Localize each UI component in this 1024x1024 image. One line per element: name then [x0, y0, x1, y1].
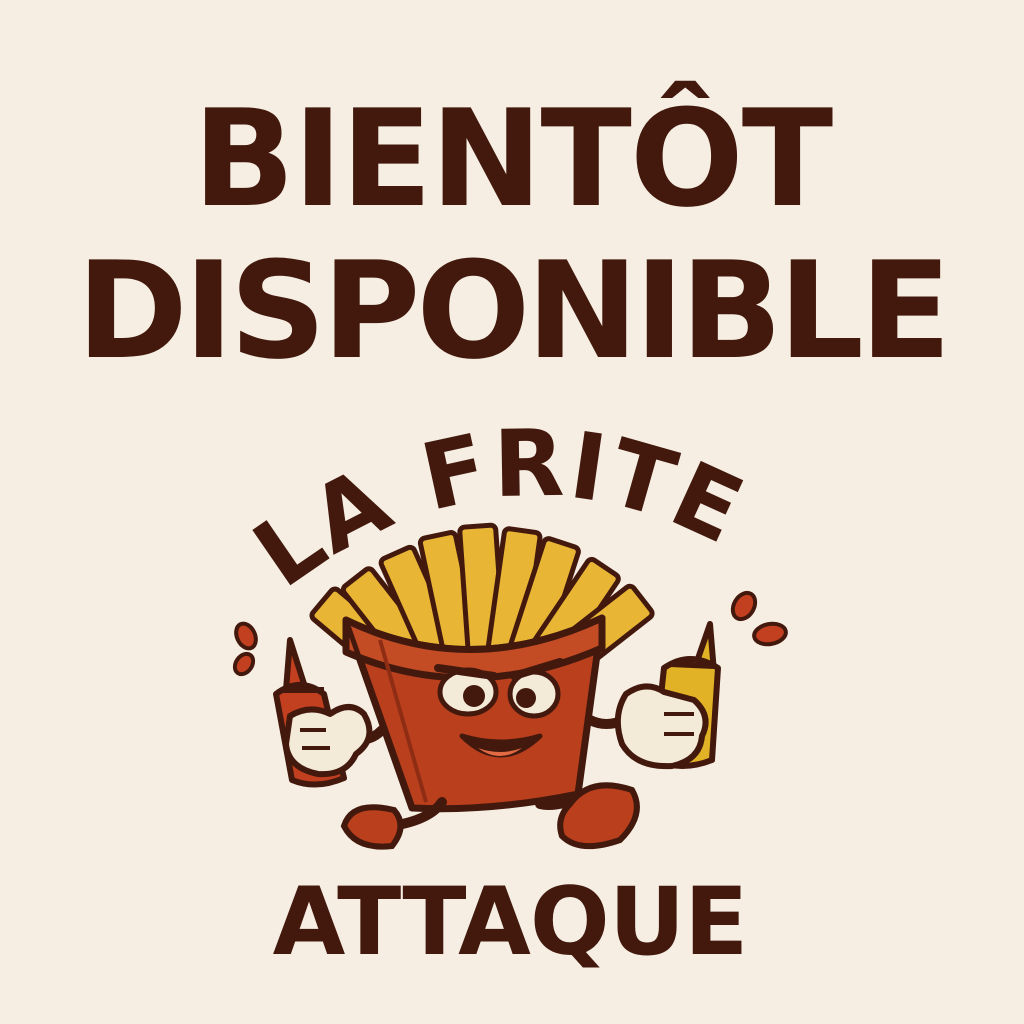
poster: BIENTÔT DISPONIBLE LA FRITE ATTAQUE	[0, 0, 1024, 1024]
la-frite-attaque-logo: LA FRITE ATTAQUE	[232, 410, 788, 977]
left-glove-icon	[283, 704, 373, 778]
right-glove-icon	[614, 683, 709, 770]
logo-bottom-title: ATTAQUE	[273, 868, 748, 977]
